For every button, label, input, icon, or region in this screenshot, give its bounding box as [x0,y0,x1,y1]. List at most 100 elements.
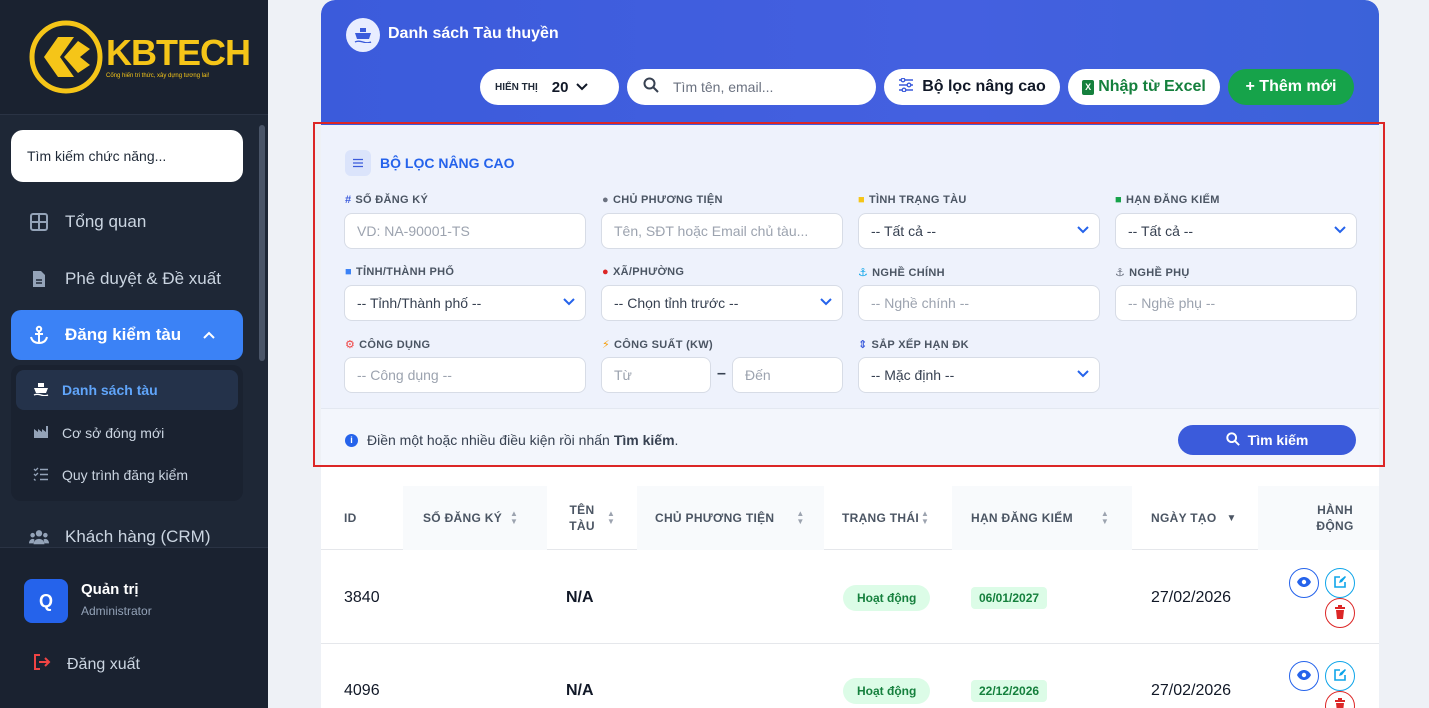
sidebar-item-registration[interactable]: Đăng kiểm tàu [11,310,243,360]
page-size-select[interactable]: HIỂN THỊ 20 [480,69,619,105]
sort-select-value: -- Mặc định -- [871,367,955,383]
sidebar-item-label: Phê duyệt & Đề xuất [65,269,221,288]
province-label: ■ TỈNH/THÀNH PHỐ [345,266,455,278]
hint-end: . [674,432,679,448]
status-select-value: -- Tất cả -- [871,223,937,239]
submenu-item-shipyard[interactable]: Cơ sở đóng mới [16,413,238,453]
cell-created: 27/02/2026 [1151,588,1232,606]
table-header: ID SỐ ĐĂNG KÝ ▲ ▼ TÊN TÀU ▲ ▼ CHỦ PHƯƠNG TIỆ… [321,486,1379,550]
page-title: Danh sách Tàu thuyền [388,25,559,42]
shield-icon: ■ [858,194,865,206]
usage-input[interactable]: -- Công dụng -- [344,357,586,393]
avatar[interactable]: Q [24,579,68,623]
ward-select[interactable]: -- Chọn tỉnh trước -- [601,285,843,321]
status-label: ■ TÌNH TRẠNG TÀU [858,194,967,206]
sidebar-scrollbar[interactable] [259,125,265,361]
file-icon [29,269,49,289]
anchor-icon: ⚓ [858,267,869,279]
chevron-down-icon [576,78,589,96]
province-select[interactable]: -- Tỉnh/Thành phố -- [344,285,586,321]
chevron-down-icon [1077,223,1089,237]
view-button[interactable] [1289,568,1319,598]
status-badge: Hoạt động [843,677,931,704]
delete-button[interactable] [1325,691,1355,708]
table-row[interactable]: 4096 N/A Hoạt động 22/12/2026 27/02/2026 [321,644,1379,708]
brand-tagline: Cống hiến tri thức, xây dựng tương lai! [106,73,210,79]
filter-search-button[interactable]: Tìm kiếm [1178,425,1356,455]
submenu-registration: Danh sách tàu Cơ sở đóng mới Quy trình đ… [11,365,243,501]
trash-icon [1334,697,1346,708]
col-created[interactable]: NGÀY TẠO ▼ [1132,486,1258,550]
submenu-item-ship-list[interactable]: Danh sách tàu [16,370,238,410]
col-name[interactable]: TÊN TÀU ▲ ▼ [547,486,637,550]
usage-label: ⚙ CÔNG DỤNG [345,339,431,351]
power-label: ⚡ CÔNG SUẤT (KW) [602,339,713,351]
col-owner[interactable]: CHỦ PHƯƠNG TIỆN ▲ ▼ [637,486,824,550]
ward-select-value: -- Chọn tỉnh trước -- [614,295,739,311]
owner-label: ● CHỦ PHƯƠNG TIỆN [602,194,723,206]
cell-expiry: 22/12/2026 [971,644,1048,708]
anchor-icon [29,325,49,345]
status-select[interactable]: -- Tất cả -- [858,213,1100,249]
import-label: Nhập từ Excel [1098,78,1206,95]
table-row[interactable]: 3840 N/A Hoạt động 06/01/2027 27/02/2026 [321,551,1379,644]
add-new-button[interactable]: + Thêm mới [1228,69,1354,105]
advanced-filter-label: Bộ lọc nâng cao [922,78,1046,95]
search-placeholder: Tìm tên, email... [673,79,774,95]
sub-job-input[interactable]: -- Nghề phụ -- [1115,285,1357,321]
sidebar-item-approval[interactable]: Phê duyệt & Đề xuất [11,254,243,304]
logout-button[interactable]: Đăng xuất [33,654,140,675]
sliders-icon [345,150,371,176]
submenu-item-procedure[interactable]: Quy trình đăng kiểm [16,455,238,495]
range-separator: – [717,365,726,382]
filter-hint: i Điền một hoặc nhiều điều kiện rồi nhấn… [345,432,678,448]
sidebar: KBTECH Cống hiến tri thức, xây dựng tươn… [0,0,268,708]
info-icon: i [345,433,358,447]
factory-icon [32,425,50,442]
user-name: Quản trị [81,581,139,598]
filter-heading: BỘ LỌC NÂNG CAO [345,150,515,176]
sort-label: ⇕ SẮP XẾP HẠN ĐK [858,339,969,351]
chevron-up-icon [203,326,215,342]
submenu-item-label: Danh sách tàu [62,382,158,398]
logo[interactable]: KBTECH Cống hiến tri thức, xây dựng tươn… [0,0,268,115]
import-excel-button[interactable]: X Nhập từ Excel [1068,69,1220,105]
ward-label: ● XÃ/PHƯỜNG [602,266,685,278]
sort-select[interactable]: -- Mặc định -- [858,357,1100,393]
cell-expiry: 06/01/2027 [971,551,1048,644]
advanced-filter-button[interactable]: Bộ lọc nâng cao [884,69,1060,105]
delete-button[interactable] [1325,598,1355,628]
main-job-label: ⚓ NGHỀ CHÍNH [858,267,945,279]
logout-icon [33,654,51,675]
expiry-select[interactable]: -- Tất cả -- [1115,213,1357,249]
expiry-select-value: -- Tất cả -- [1128,223,1194,239]
col-id[interactable]: ID [321,486,403,550]
col-status[interactable]: TRẠNG THÁI ▲ ▼ [824,486,952,550]
filter-search-label: Tìm kiếm [1247,432,1309,448]
edit-button[interactable] [1325,661,1355,691]
col-reg-no[interactable]: SỐ ĐĂNG KÝ ▲ ▼ [403,486,547,550]
sort-icon: ▲ ▼ [607,509,616,526]
power-from-input[interactable]: Từ [601,357,711,393]
sort-desc-icon: ▼ [1226,512,1237,524]
edit-icon [1333,668,1347,685]
reg-no-input[interactable]: VD: NA-90001-TS [344,213,586,249]
eye-icon [1296,576,1312,591]
ship-icon [32,382,50,399]
sidebar-item-overview[interactable]: Tổng quan [11,197,243,247]
power-to-input[interactable]: Đến [732,357,843,393]
sliders-icon [898,77,914,97]
view-button[interactable] [1289,661,1319,691]
cell-name: N/A [566,588,594,606]
main-job-input[interactable]: -- Nghề chính -- [858,285,1100,321]
submenu-item-label: Quy trình đăng kiểm [62,467,189,483]
function-search-input[interactable]: Tìm kiếm chức năng... [11,130,243,182]
brand-name: KBTECH [106,32,251,73]
reg-no-label: # SỐ ĐĂNG KÝ [345,194,429,206]
search-input[interactable]: Tìm tên, email... [627,69,876,105]
col-expiry[interactable]: HẠN ĐĂNG KIỂM ▲ ▼ [952,486,1132,550]
sidebar-item-label: Khách hàng (CRM) [65,527,211,546]
owner-input[interactable]: Tên, SĐT hoặc Email chủ tàu... [601,213,843,249]
edit-button[interactable] [1325,568,1355,598]
sidebar-item-label: Tổng quan [65,212,147,231]
